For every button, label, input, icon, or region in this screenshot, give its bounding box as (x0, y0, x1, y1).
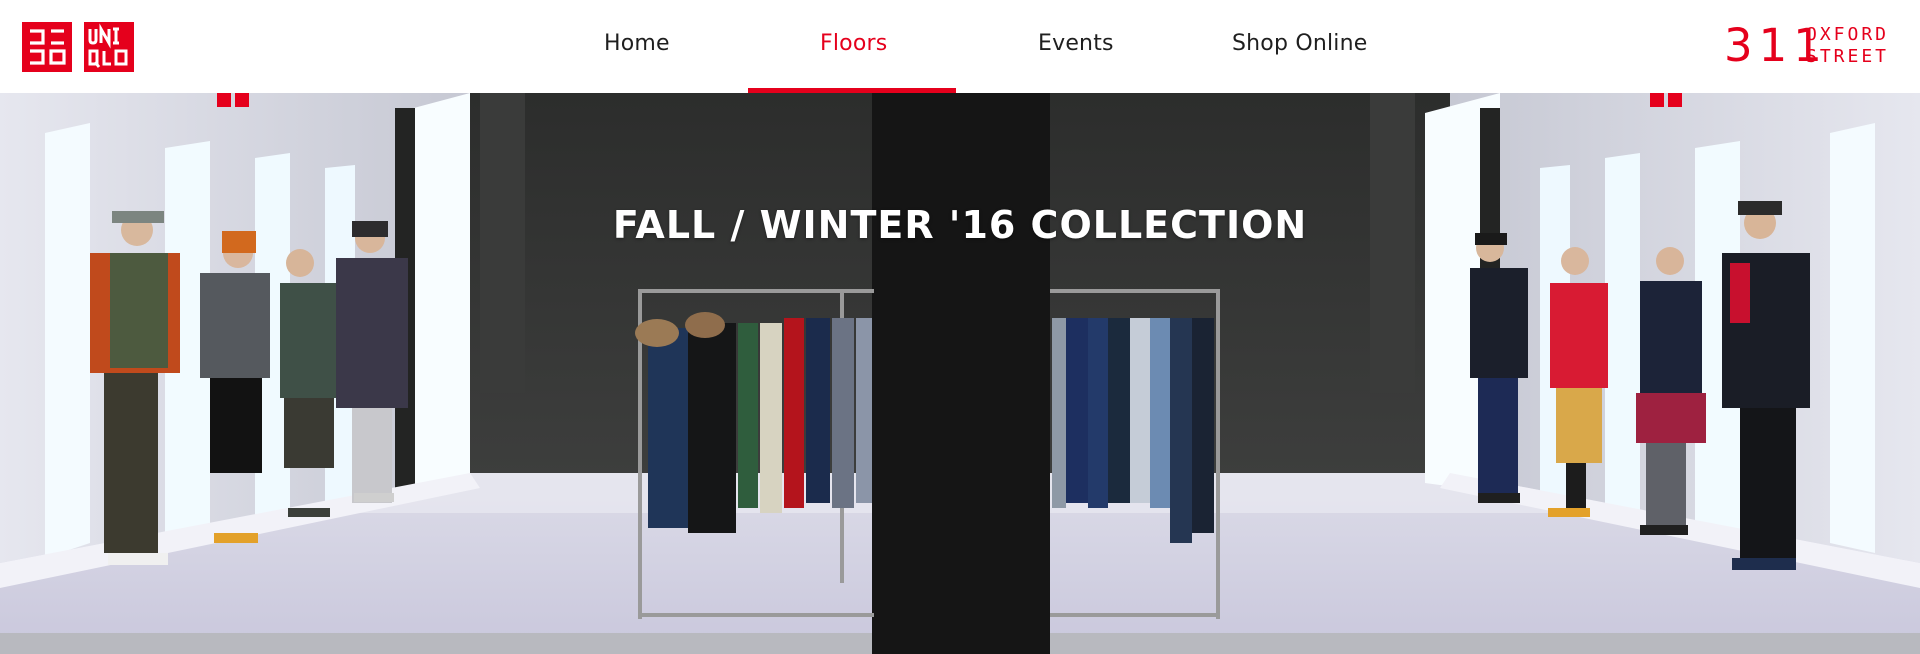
site-header: Home Floors Events Shop Online 311 OXFOR… (0, 0, 1920, 93)
store-street-name: OXFORD STREET (1806, 24, 1898, 68)
hero-banner[interactable]: FALL / WINTER '16 COLLECTION (0, 93, 1920, 654)
active-nav-indicator (748, 88, 956, 93)
store-street-line2: STREET (1806, 46, 1890, 67)
store-interior-photo (0, 93, 1920, 654)
nav-events[interactable]: Events (1038, 31, 1114, 56)
nav-floors[interactable]: Floors (820, 31, 887, 56)
main-nav: Home Floors Events Shop Online (0, 0, 1920, 93)
hero-title: FALL / WINTER '16 COLLECTION (612, 203, 1308, 247)
nav-shop-online[interactable]: Shop Online (1232, 31, 1368, 56)
nav-home[interactable]: Home (604, 31, 670, 56)
store-street-line1: OXFORD (1806, 24, 1890, 45)
